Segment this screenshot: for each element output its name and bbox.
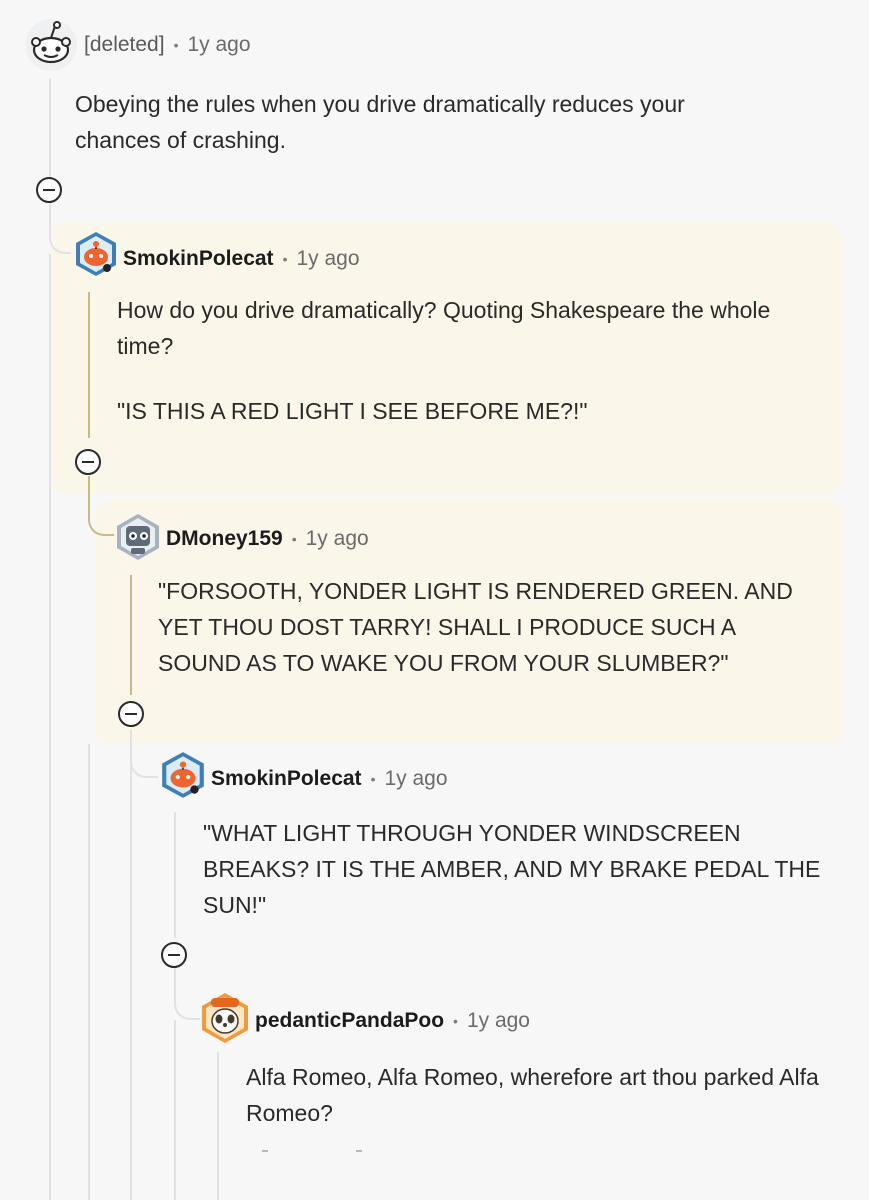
robot-avatar[interactable] — [113, 512, 163, 562]
username[interactable]: [deleted] — [84, 33, 165, 57]
comment-body-2: "FORSOOTH, YONDER LIGHT IS RENDERED GREE… — [158, 578, 793, 676]
collapse-icon[interactable] — [36, 177, 62, 203]
thread-line-level-0-lower[interactable] — [49, 254, 51, 1200]
collapse-icon[interactable] — [161, 942, 187, 968]
thread-line-level-1[interactable] — [88, 292, 90, 438]
timestamp[interactable]: 1y ago — [306, 527, 369, 551]
snoo-avatar[interactable] — [72, 230, 120, 278]
thread-line-level-1-lower[interactable] — [88, 744, 90, 1200]
timestamp[interactable]: 1y ago — [467, 1009, 530, 1033]
separator: • — [370, 771, 376, 787]
comment-body-1-line-2: "IS THIS A RED LIGHT I SEE BEFORE ME?!" — [117, 398, 588, 424]
comment-body-3: "WHAT LIGHT THROUGH YONDER WINDSCREEN BR… — [203, 820, 821, 918]
comment-body-1: How do you drive dramatically? Quoting S… — [117, 297, 771, 359]
username[interactable]: SmokinPolecat — [211, 767, 362, 791]
thread-elbow-4 — [174, 968, 200, 1020]
username[interactable]: pedanticPandaPoo — [255, 1009, 444, 1033]
thread-line-level-3[interactable] — [174, 812, 176, 938]
comment-header-0: [deleted] • 1y ago — [84, 33, 251, 57]
thread-elbow-2 — [88, 476, 114, 536]
timestamp[interactable]: 1y ago — [296, 247, 359, 271]
collapse-icon[interactable] — [118, 701, 144, 727]
collapse-icon[interactable] — [75, 449, 101, 475]
username[interactable]: DMoney159 — [166, 527, 283, 551]
thread-elbow-3 — [130, 730, 158, 778]
username[interactable]: SmokinPolecat — [123, 247, 274, 271]
panda-avatar[interactable] — [197, 990, 253, 1046]
thread-line-level-2[interactable] — [130, 575, 132, 695]
comment-header-3: SmokinPolecat • 1y ago — [211, 767, 448, 791]
comment-header-2: DMoney159 • 1y ago — [166, 527, 369, 551]
comment-body-0: Obeying the rules when you drive dramati… — [75, 91, 685, 153]
snoo-deleted-avatar[interactable] — [24, 18, 78, 72]
separator: • — [173, 37, 179, 53]
thread-line-level-3-lower[interactable] — [174, 1020, 176, 1200]
truncated-content-marks — [262, 1150, 372, 1154]
snoo-avatar[interactable] — [158, 750, 208, 800]
separator: • — [291, 531, 297, 547]
thread-elbow-1 — [49, 202, 71, 254]
thread-line-level-2-lower[interactable] — [130, 744, 132, 1200]
thread-line-level-0[interactable] — [49, 78, 51, 178]
timestamp[interactable]: 1y ago — [384, 767, 447, 791]
timestamp[interactable]: 1y ago — [187, 33, 250, 57]
comment-header-4: pedanticPandaPoo • 1y ago — [255, 1009, 530, 1033]
thread-line-level-4[interactable] — [217, 1052, 219, 1200]
comment-header-1: SmokinPolecat • 1y ago — [123, 247, 360, 271]
separator: • — [282, 251, 288, 267]
separator: • — [453, 1013, 458, 1029]
comment-body-4: Alfa Romeo, Alfa Romeo, wherefore art th… — [246, 1064, 819, 1126]
